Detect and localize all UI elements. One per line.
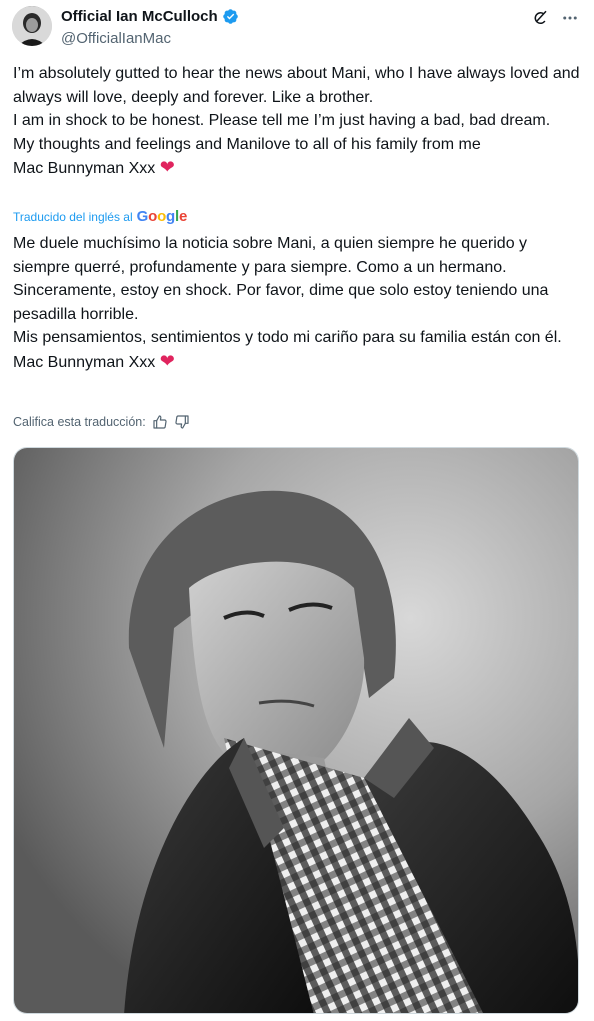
- tweet-line: I’m absolutely gutted to hear the news a…: [13, 65, 580, 106]
- tweet-photo[interactable]: [13, 447, 579, 1014]
- signature-text: Mac Bunnyman Xxx: [13, 160, 156, 177]
- author-handle[interactable]: @OfficialIanMac: [61, 30, 171, 47]
- google-logo: Google: [136, 208, 188, 225]
- tweet-text: I’m absolutely gutted to hear the news a…: [13, 62, 583, 181]
- translation-text: Me duele muchísimo la noticia sobre Mani…: [13, 232, 583, 374]
- more-options-icon[interactable]: [560, 8, 580, 28]
- tweet-line: I am in shock to be honest. Please tell …: [13, 112, 551, 129]
- translation-attribution[interactable]: Traducido del inglés al Google: [13, 208, 187, 225]
- author-name[interactable]: Official Ian McCulloch: [61, 8, 218, 25]
- signature-text: Mac Bunnyman Xxx: [13, 353, 156, 371]
- grok-icon[interactable]: [530, 8, 550, 28]
- thumbs-up-icon[interactable]: [152, 414, 168, 430]
- rate-translation: Califica esta traducción:: [13, 414, 190, 430]
- tweet: Official Ian McCulloch @OfficialIanMac I…: [0, 0, 594, 1021]
- translation-signature: Mac Bunnyman Xxx ❤: [13, 350, 583, 375]
- verified-badge-icon: [222, 9, 238, 24]
- author-name-row: Official Ian McCulloch: [61, 8, 239, 25]
- translation-line: Mis pensamientos, sentimientos y todo mi…: [13, 329, 562, 346]
- heart-emoji-icon: ❤: [159, 157, 175, 177]
- rate-label: Califica esta traducción:: [13, 415, 146, 429]
- tweet-line: My thoughts and feelings and Manilove to…: [13, 135, 481, 153]
- tweet-signature: Mac Bunnyman Xxx ❤: [13, 156, 583, 181]
- heart-emoji-icon: ❤: [159, 350, 175, 371]
- translated-label: Traducido del inglés al: [13, 209, 133, 224]
- translation-line: Me duele muchísimo la noticia sobre Mani…: [13, 235, 528, 276]
- thumbs-down-icon[interactable]: [174, 414, 190, 430]
- portrait-image: [14, 448, 578, 1013]
- translation-line: Sinceramente, estoy en shock. Por favor,…: [13, 282, 549, 323]
- avatar[interactable]: [12, 6, 52, 46]
- tweet-actions: [530, 8, 580, 28]
